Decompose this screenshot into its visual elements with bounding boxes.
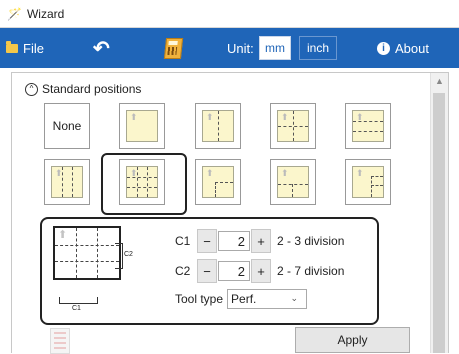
tile-paper: ⬆ [202,166,234,198]
up-arrow-icon: ⬆ [206,112,214,122]
position-tile-9[interactable]: ⬆ [345,159,391,205]
division-line [371,185,383,186]
division-line [218,111,219,141]
c1-value-field[interactable]: 2 [218,231,250,251]
c2-label: C2 [175,264,191,278]
tile-paper: ⬆ [126,166,158,198]
tile-paper: ⬆ [51,166,83,198]
position-tile-6-selected[interactable]: ⬆ [119,159,165,205]
unit-inch-button[interactable]: inch [299,36,337,60]
section-title: Standard positions [42,82,142,96]
position-tile-4[interactable]: ⬆ [345,103,391,149]
c1-hint: 2 - 3 division [277,234,345,248]
title-bar: 🪄 Wizard [0,0,459,28]
apply-button[interactable]: Apply [295,327,410,353]
up-arrow-icon: ⬆ [281,112,289,122]
division-line [278,126,308,127]
none-label: None [52,119,82,133]
chevron-down-icon: ⌄ [290,293,299,303]
division-line [146,167,148,197]
tool-type-row: Tool type Perf. ⌄ [175,289,308,309]
up-arrow-icon: ⬆ [206,168,214,178]
about-button[interactable]: i About [377,41,429,56]
tile-paper: ⬆ [352,166,384,198]
vertical-scrollbar[interactable]: ▲ [430,73,448,353]
tile-paper: ⬆ [277,110,309,142]
up-arrow-icon: ⬆ [281,168,289,178]
tool-type-value: Perf. [231,292,257,306]
division-line [97,228,99,278]
position-tile-5[interactable]: ⬆ [44,159,90,205]
c2-hint: 2 - 7 division [277,264,345,278]
window-title: Wizard [26,6,65,21]
chevron-up-circle-icon[interactable]: ^ [25,82,38,96]
division-line [291,183,293,197]
division-line [278,183,308,185]
division-line [215,182,216,197]
division-line [371,176,372,197]
c2-dimension-marker [115,243,123,269]
calculator-button[interactable] [163,37,184,59]
diagram-grid: ⬆ [53,226,121,280]
position-tile-none[interactable]: None [44,103,90,149]
position-tile-3[interactable]: ⬆ [270,103,316,149]
c2-increment-button[interactable]: + [251,259,271,283]
tile-paper: ⬆ [126,110,158,142]
tile-paper: ⬆ [202,110,234,142]
c1-increment-button[interactable]: + [251,229,271,253]
position-tile-8[interactable]: ⬆ [270,159,316,205]
tile-paper: ⬆ [352,110,384,142]
calculator-icon [163,37,184,59]
division-line [353,120,383,122]
c1-row: C1 − 2 + 2 - 3 division [175,229,344,253]
c2-value-field[interactable]: 2 [218,261,250,281]
wizard-icon: 🪄 [7,6,22,21]
tile-paper: ⬆ [277,166,309,198]
info-icon: i [377,41,390,55]
folder-icon [6,40,18,53]
c1-dimension-marker [59,297,98,304]
division-line [136,167,138,197]
division-line [127,176,157,178]
file-menu-label: File [23,40,44,56]
c1-label: C1 [175,234,191,248]
section-header[interactable]: ^ Standard positions [25,82,141,96]
division-line [71,167,73,197]
c1-diagram-label: C1 [72,305,81,312]
file-menu[interactable]: File [6,40,44,56]
main-panel: ▲ ^ Standard positions None ⬆ ⬆ ⬆ ⬆ ⬆ ⬆ … [11,72,449,354]
unit-mm-button[interactable]: mm [259,36,291,60]
c2-decrement-button[interactable]: − [197,259,217,283]
division-line [61,167,63,197]
division-line [353,130,383,132]
division-line [55,261,119,262]
up-arrow-icon: ⬆ [130,112,138,122]
undo-icon: ↶ [93,37,110,60]
division-settings-box: ⬆ C2 C1 C1 − 2 + 2 - 3 division C2 − 2 +… [40,217,379,325]
up-arrow-icon: ⬆ [58,229,68,241]
tool-type-select[interactable]: Perf. ⌄ [227,289,308,309]
c2-row: C2 − 2 + 2 - 7 division [175,259,344,283]
division-line [215,182,233,183]
unit-label: Unit: [227,40,254,56]
division-diagram: ⬆ [53,226,121,292]
toolbar: File ↶ Unit: mm inch i About [0,28,459,68]
about-label: About [395,40,429,56]
c1-decrement-button[interactable]: − [197,229,217,253]
undo-button[interactable]: ↶ [93,36,110,61]
scroll-up-icon[interactable]: ▲ [435,76,444,86]
position-tile-1[interactable]: ⬆ [119,103,165,149]
position-tile-7[interactable]: ⬆ [195,159,241,205]
up-arrow-icon: ⬆ [356,168,364,178]
c2-diagram-label: C2 [124,251,133,258]
division-line [76,228,78,278]
division-line [127,186,157,188]
division-line [55,244,119,246]
division-line [371,176,383,177]
position-tile-2[interactable]: ⬆ [195,103,241,149]
tool-type-label: Tool type [175,292,224,306]
preview-thumbnail [50,328,70,354]
scroll-thumb[interactable] [433,93,445,353]
